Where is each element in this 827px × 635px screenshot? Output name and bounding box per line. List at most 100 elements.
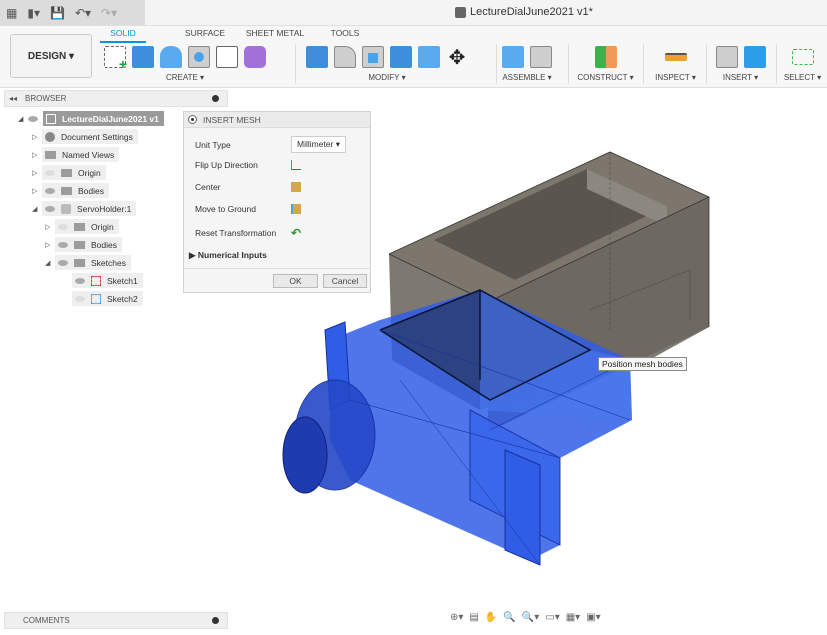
pan-icon[interactable]: ✋ [485, 612, 497, 623]
browser-header[interactable]: ◂◂ BROWSER [4, 90, 228, 107]
visibility-eye-icon[interactable] [58, 241, 68, 248]
tab-sheet-metal[interactable]: SHEET METAL [240, 28, 310, 43]
expand-icon[interactable]: ◢ [18, 115, 28, 123]
revolve-icon[interactable] [160, 46, 182, 68]
hidden-eye-icon[interactable] [58, 223, 68, 230]
select-menu[interactable]: SELECT ▾ [780, 73, 825, 82]
tree-item-sketch1[interactable]: Sketch1 [62, 273, 143, 288]
insert-menu[interactable]: INSERT ▾ [708, 73, 773, 82]
workspace-switcher-button[interactable]: DESIGN ▾ [10, 34, 92, 78]
new-component-icon[interactable] [502, 46, 524, 68]
pattern-icon[interactable] [216, 46, 238, 68]
assemble-menu[interactable]: ASSEMBLE ▾ [498, 73, 556, 82]
separator [568, 44, 569, 84]
construct-menu[interactable]: CONSTRUCT ▾ [573, 73, 638, 82]
apps-grid-icon[interactable]: ▦ [6, 6, 17, 20]
select-window-icon[interactable] [791, 49, 814, 65]
look-at-icon[interactable]: ▤ [469, 612, 478, 623]
tree-item-bodies[interactable]: ▷ Bodies [32, 183, 109, 198]
hidden-eye-icon[interactable] [45, 169, 55, 176]
comments-title: COMMENTS [23, 616, 70, 625]
combine-icon[interactable] [390, 46, 412, 68]
folder-icon [74, 240, 85, 249]
split-body-icon[interactable] [418, 46, 440, 68]
gear-icon [45, 131, 55, 142]
orbit-icon[interactable]: ⊕▾ [450, 612, 463, 623]
expand-icon[interactable]: ▷ [45, 241, 55, 249]
document-cube-icon [455, 6, 466, 18]
tree-item-label: Bodies [91, 239, 117, 250]
tree-item-document-settings[interactable]: ▷ Document Settings [32, 129, 138, 144]
move-icon[interactable]: ✥ [446, 45, 468, 70]
tree-item-label: Origin [78, 167, 101, 178]
tab-surface[interactable]: SURFACE [170, 28, 240, 43]
browser-pin-icon[interactable] [212, 95, 219, 102]
expand-icon[interactable]: ▷ [32, 187, 42, 195]
separator [295, 44, 296, 84]
quick-access-toolbar: ▦ ▮▾ 💾 ↶▾ ↷▾ [0, 0, 145, 25]
tree-item-origin[interactable]: ▷ Origin [32, 165, 106, 180]
modify-menu[interactable]: MODIFY ▾ [302, 73, 472, 82]
joint-icon[interactable] [530, 46, 552, 68]
press-pull-icon[interactable] [306, 46, 328, 68]
insert-derive-icon[interactable] [715, 46, 738, 68]
hidden-eye-icon[interactable] [75, 295, 85, 302]
document-icon [46, 113, 56, 124]
tree-item-component-origin[interactable]: ▷ Origin [45, 219, 119, 234]
tree-item-label: Sketch1 [107, 275, 138, 286]
folder-icon [74, 258, 85, 267]
create-menu[interactable]: CREATE ▾ [100, 73, 270, 82]
ribbon-tabs: SOLID SURFACE SHEET METAL TOOLS [100, 28, 380, 43]
tree-item-sketches[interactable]: ◢ Sketches [45, 255, 131, 270]
expand-icon[interactable]: ▷ [32, 133, 42, 141]
expand-icon[interactable]: ◢ [32, 205, 42, 213]
create-sketch-icon[interactable]: + [104, 46, 127, 71]
offset-plane-icon[interactable] [594, 46, 617, 68]
add-comment-icon[interactable] [212, 617, 219, 624]
sketch-icon [91, 275, 101, 286]
expand-icon[interactable]: ◢ [45, 259, 55, 267]
tree-item-label: Sketches [91, 257, 126, 268]
zoom-icon[interactable]: 🔍 [503, 612, 515, 623]
file-icon[interactable]: ▮▾ [27, 6, 40, 20]
display-settings-icon[interactable]: ▭▾ [545, 612, 559, 623]
tree-item-named-views[interactable]: ▷ Named Views [32, 147, 120, 162]
expand-icon[interactable]: ▷ [32, 151, 42, 159]
shell-icon[interactable] [362, 46, 384, 68]
visibility-eye-icon[interactable] [58, 259, 68, 266]
measure-icon[interactable] [664, 53, 687, 61]
insert-group: INSERT ▾ [708, 44, 773, 86]
hole-icon[interactable] [188, 46, 210, 68]
tree-item-label: Origin [91, 221, 114, 232]
create-form-icon[interactable] [244, 46, 266, 68]
navigation-bar: ⊕▾ ▤ ✋ 🔍 🔍▾ ▭▾ ▦▾ ▣▾ [450, 612, 601, 623]
redo-icon[interactable]: ↷▾ [101, 6, 117, 20]
visibility-eye-icon[interactable] [45, 187, 55, 194]
tab-solid[interactable]: SOLID [100, 28, 146, 43]
tree-item-sketch2[interactable]: Sketch2 [62, 291, 143, 306]
fillet-icon[interactable] [334, 46, 356, 68]
expand-icon[interactable]: ▷ [32, 169, 42, 177]
3d-viewport[interactable] [230, 90, 827, 605]
tree-item-servoholder[interactable]: ◢ ServoHolder:1 [32, 201, 137, 216]
inspect-menu[interactable]: INSPECT ▾ [648, 73, 703, 82]
tree-item-root[interactable]: ◢ LectureDialJune2021 v1 [18, 111, 164, 126]
visibility-eye-icon[interactable] [28, 115, 38, 122]
expand-icon[interactable]: ▷ [45, 223, 55, 231]
tree-item-component-bodies[interactable]: ▷ Bodies [45, 237, 122, 252]
visibility-eye-icon[interactable] [45, 205, 55, 212]
undo-icon[interactable]: ↶▾ [75, 6, 91, 20]
separator [776, 44, 777, 84]
comments-panel-header[interactable]: COMMENTS [4, 612, 228, 629]
insert-canvas-icon[interactable] [743, 46, 766, 68]
save-icon[interactable]: 💾 [50, 6, 65, 20]
fit-zoom-icon[interactable]: 🔍▾ [522, 612, 539, 623]
tree-item-label: Sketch2 [107, 293, 138, 304]
viewports-icon[interactable]: ▣▾ [586, 612, 600, 623]
grid-settings-icon[interactable]: ▦▾ [566, 612, 580, 623]
document-title-text: LectureDialJune2021 v1* [470, 6, 593, 18]
collapse-browser-icon[interactable]: ◂◂ [9, 94, 17, 103]
extrude-icon[interactable] [132, 46, 154, 68]
visibility-eye-icon[interactable] [75, 277, 85, 284]
tab-tools[interactable]: TOOLS [310, 28, 380, 43]
